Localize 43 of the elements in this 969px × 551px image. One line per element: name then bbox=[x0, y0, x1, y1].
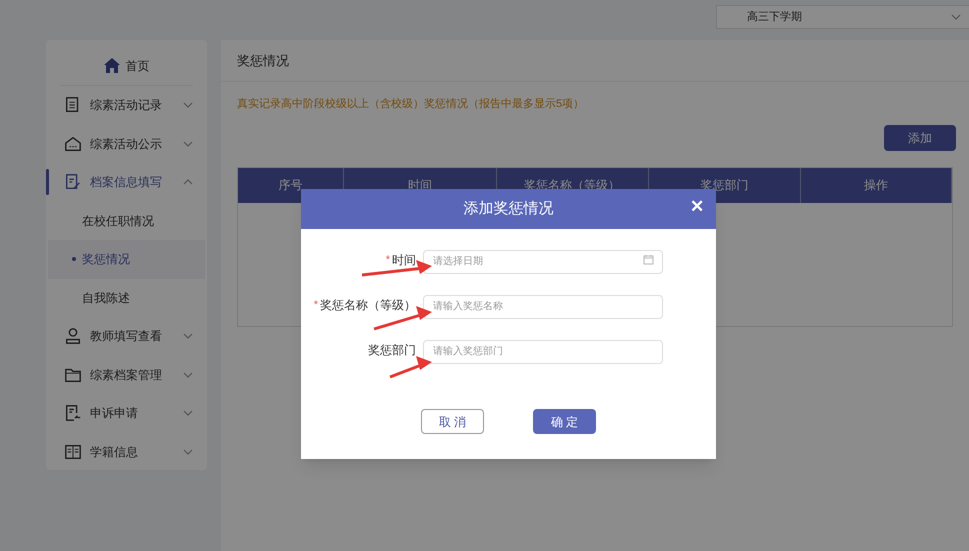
user-icon bbox=[64, 327, 82, 346]
input-field[interactable]: 请输入奖惩名称 bbox=[423, 294, 663, 318]
book-icon bbox=[64, 442, 82, 461]
input-field[interactable]: 请选择日期 bbox=[423, 250, 663, 274]
cancel-button[interactable]: 取 消 bbox=[421, 409, 484, 434]
chevron-down-icon bbox=[183, 333, 193, 340]
sidebar-menu-item[interactable]: 综素档案管理 bbox=[46, 356, 207, 394]
document-arrow-icon bbox=[64, 404, 82, 422]
edit-icon bbox=[64, 173, 82, 192]
notice-text: 真实记录高中阶段校级以上（含校级）奖惩情况（报告中最多显示5项） bbox=[236, 96, 586, 112]
chevron-down-icon bbox=[183, 448, 193, 455]
sidebar-menu-item[interactable]: 申诉申请 bbox=[46, 394, 207, 432]
bullet-icon bbox=[72, 257, 76, 262]
term-select[interactable]: 高三下学期 bbox=[716, 5, 969, 29]
required-mark: * bbox=[386, 252, 390, 268]
sidebar-menu-item[interactable]: 教师填写查看 bbox=[46, 317, 207, 356]
chevron-up-icon bbox=[183, 179, 193, 186]
page-title: 奖惩情况 bbox=[221, 40, 969, 82]
calendar-icon bbox=[643, 254, 654, 265]
home-link[interactable]: 首页 bbox=[60, 46, 193, 86]
sidebar-menu-item[interactable]: 综素活动公示 bbox=[46, 124, 207, 163]
submenu-item[interactable]: 自我陈述 bbox=[46, 278, 207, 317]
home-icon bbox=[104, 58, 120, 73]
chevron-down-icon bbox=[183, 410, 193, 416]
field-label: 奖惩名称（等级） bbox=[320, 297, 416, 314]
arrow-drawing bbox=[389, 356, 432, 378]
input-field[interactable]: 请输入奖惩部门 bbox=[423, 340, 663, 364]
required-mark: * bbox=[314, 298, 318, 313]
submenu-item[interactable]: 奖惩情况 bbox=[48, 240, 205, 278]
chevron-down-icon bbox=[183, 372, 193, 378]
chevron-down-icon bbox=[183, 102, 193, 108]
house-icon bbox=[64, 134, 82, 153]
sidebar-menu-item[interactable]: 档案信息填写 bbox=[46, 163, 207, 202]
add-button[interactable]: 添加 bbox=[884, 124, 956, 150]
chevron-down-icon bbox=[951, 14, 961, 20]
column-header: 操作 bbox=[800, 168, 952, 202]
field-label: 奖惩部门 bbox=[368, 342, 416, 359]
chevron-down-icon bbox=[183, 140, 193, 147]
submenu-item[interactable]: 在校任职情况 bbox=[46, 202, 207, 240]
field-label: 时间 bbox=[392, 252, 416, 269]
sidebar-menu-item[interactable]: 综素活动记录 bbox=[46, 86, 207, 124]
confirm-button[interactable]: 确 定 bbox=[533, 409, 596, 434]
sidebar-menu-item[interactable]: 学籍信息 bbox=[46, 432, 207, 471]
